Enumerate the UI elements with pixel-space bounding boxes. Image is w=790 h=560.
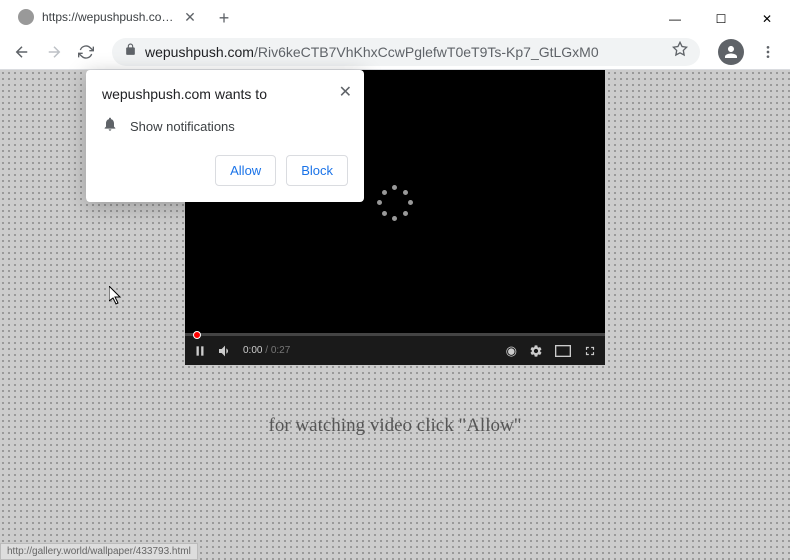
fullscreen-icon[interactable] [583,343,597,359]
loading-spinner-icon [377,185,413,221]
menu-button[interactable] [754,38,782,66]
minimize-button[interactable]: — [652,4,698,34]
lock-icon [124,43,137,61]
maximize-button[interactable]: ☐ [698,4,744,34]
permission-text: Show notifications [130,119,235,134]
time-display: 0:00 / 0:27 [243,345,290,356]
address-bar[interactable]: wepushpush.com/Riv6keCTB7VhKhxCcwPglefwT… [112,38,700,66]
reload-button[interactable] [72,38,100,66]
page-caption: for watching video click "Allow" [269,415,522,437]
status-bar: http://gallery.world/wallpaper/433793.ht… [0,543,198,560]
settings-gear-icon[interactable] [529,343,543,359]
tab-title: https://wepushpush.com/Riv6ke [42,10,182,24]
permission-buttons: Allow Block [102,155,348,186]
window-close-button[interactable]: ✕ [744,4,790,34]
pause-button[interactable] [193,344,207,358]
video-controls: 0:00 / 0:27 ◉ [185,336,605,365]
dialog-close-icon[interactable]: ✕ [339,82,352,102]
browser-toolbar: wepushpush.com/Riv6keCTB7VhKhxCcwPglefwT… [0,34,790,70]
permission-title: wepushpush.com wants to [102,86,348,102]
block-button[interactable]: Block [286,155,348,186]
progress-handle[interactable] [193,331,201,339]
bookmark-star-icon[interactable] [672,41,688,62]
url-text: wepushpush.com/Riv6keCTB7VhKhxCcwPglefwT… [145,44,672,60]
back-button[interactable] [8,38,36,66]
titlebar: https://wepushpush.com/Riv6ke ✕ + — ☐ ✕ [0,0,790,34]
permission-request-row: Show notifications [102,116,348,137]
bell-icon [102,116,118,137]
theater-mode-icon[interactable] [555,343,571,359]
allow-button[interactable]: Allow [215,155,276,186]
browser-tab[interactable]: https://wepushpush.com/Riv6ke ✕ [6,0,206,34]
forward-button[interactable] [40,38,68,66]
permission-dialog: ✕ wepushpush.com wants to Show notificat… [86,70,364,202]
new-tab-button[interactable]: + [210,4,238,32]
cast-icon[interactable]: ◉ [506,343,517,359]
progress-bar[interactable] [185,333,605,336]
profile-avatar[interactable] [718,39,744,65]
volume-button[interactable] [217,343,233,359]
tab-close-icon[interactable]: ✕ [182,9,198,25]
favicon [18,9,34,25]
window-controls: — ☐ ✕ [652,4,790,34]
